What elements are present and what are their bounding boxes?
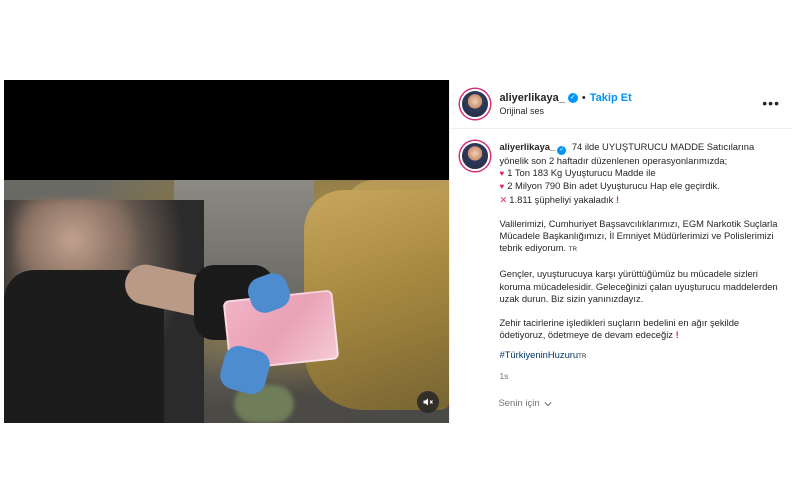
caption-youth: Gençler, uyuşturucuya karşı yürüttüğümüz… xyxy=(499,268,778,304)
caption-dealers-text: Zehir tacirlerine işledikleri suçların b… xyxy=(499,317,740,341)
avatar[interactable] xyxy=(460,89,491,119)
chevron-down-icon xyxy=(544,401,552,406)
caption-dealers: Zehir tacirlerine işledikleri suçların b… xyxy=(499,317,779,341)
translation-label: Senin için xyxy=(498,398,540,409)
post-header: aliyerlikaya_ ✓ • Takip Et Orijinal ses … xyxy=(450,80,792,129)
red-exclamation-icon: ! xyxy=(675,329,679,341)
more-options-icon[interactable]: ••• xyxy=(762,96,780,110)
caption-body: aliyerlikaya_ ✓ 74 ilde UYUŞTURUCU MADDE … xyxy=(499,141,779,423)
caption-bullet-text: 2 Milyon 790 Bin adet Uyuşturucu Hap ele… xyxy=(507,180,720,192)
translation-toggle[interactable]: Senin için xyxy=(498,398,552,409)
caption-intro: aliyerlikaya_ ✓ 74 ilde UYUŞTURUCU MADDE … xyxy=(499,141,779,167)
verified-badge-icon: ✓ xyxy=(567,93,578,103)
separator-dot: • xyxy=(581,92,586,104)
red-exclamation-icon: ! xyxy=(615,193,620,205)
caption-avatar[interactable] xyxy=(460,141,491,171)
caption-hashtag: #TürkiyeninHuzuruTR xyxy=(499,349,779,363)
caption-bullet-text: 1 Ton 183 Kg Uyuşturucu Madde ile xyxy=(507,167,656,179)
blurred-face xyxy=(14,200,144,280)
cross-mark-icon: ✕ xyxy=(499,193,508,205)
verified-badge-icon: ✓ xyxy=(557,146,567,155)
caption-username-link[interactable]: aliyerlikaya_ xyxy=(499,141,555,152)
instagram-post: aliyerlikaya_ ✓ • Takip Et Orijinal ses … xyxy=(4,80,792,423)
video-scene-person xyxy=(4,200,204,423)
red-heart-icon: ♥ xyxy=(499,169,505,179)
turkey-flag-icon: TR xyxy=(568,247,578,254)
caption-bullet: ♥ 1 Ton 183 Kg Uyuşturucu Madde ile xyxy=(499,167,779,180)
caption-bullet: ♥ 2 Milyon 790 Bin adet Uyuşturucu Hap el… xyxy=(499,180,779,193)
username-link[interactable]: aliyerlikaya_ xyxy=(499,92,564,104)
caption-suspects-text: 1.811 şüpheliyi yakaladık xyxy=(509,193,614,205)
post-timestamp[interactable]: 1s xyxy=(499,370,779,382)
post-video[interactable] xyxy=(4,80,450,423)
speaker-muted-icon xyxy=(423,398,434,406)
original-audio-link[interactable]: Orijinal ses xyxy=(499,106,631,116)
header-line: aliyerlikaya_ ✓ • Takip Et xyxy=(499,92,631,104)
caption-suspects: ✕ 1.811 şüpheliyi yakaladık ! xyxy=(499,194,779,206)
caption-area: aliyerlikaya_ ✓ 74 ilde UYUŞTURUCU MADDE … xyxy=(450,129,792,423)
post-side-panel: aliyerlikaya_ ✓ • Takip Et Orijinal ses … xyxy=(449,80,792,423)
caption-thanks: Valilerimizi, Cumhuriyet Başsavcılıkları… xyxy=(499,218,779,257)
follow-button[interactable]: Takip Et xyxy=(590,92,632,104)
video-frame xyxy=(4,180,450,423)
hashtag-link[interactable]: #TürkiyeninHuzuru xyxy=(499,349,578,360)
caption-thanks-text: Valilerimizi, Cumhuriyet Başsavcılıkları… xyxy=(499,217,778,254)
red-heart-icon: ♥ xyxy=(499,182,505,192)
turkey-flag-icon: TR xyxy=(578,354,587,361)
header-text: aliyerlikaya_ ✓ • Takip Et Orijinal ses xyxy=(499,92,631,116)
